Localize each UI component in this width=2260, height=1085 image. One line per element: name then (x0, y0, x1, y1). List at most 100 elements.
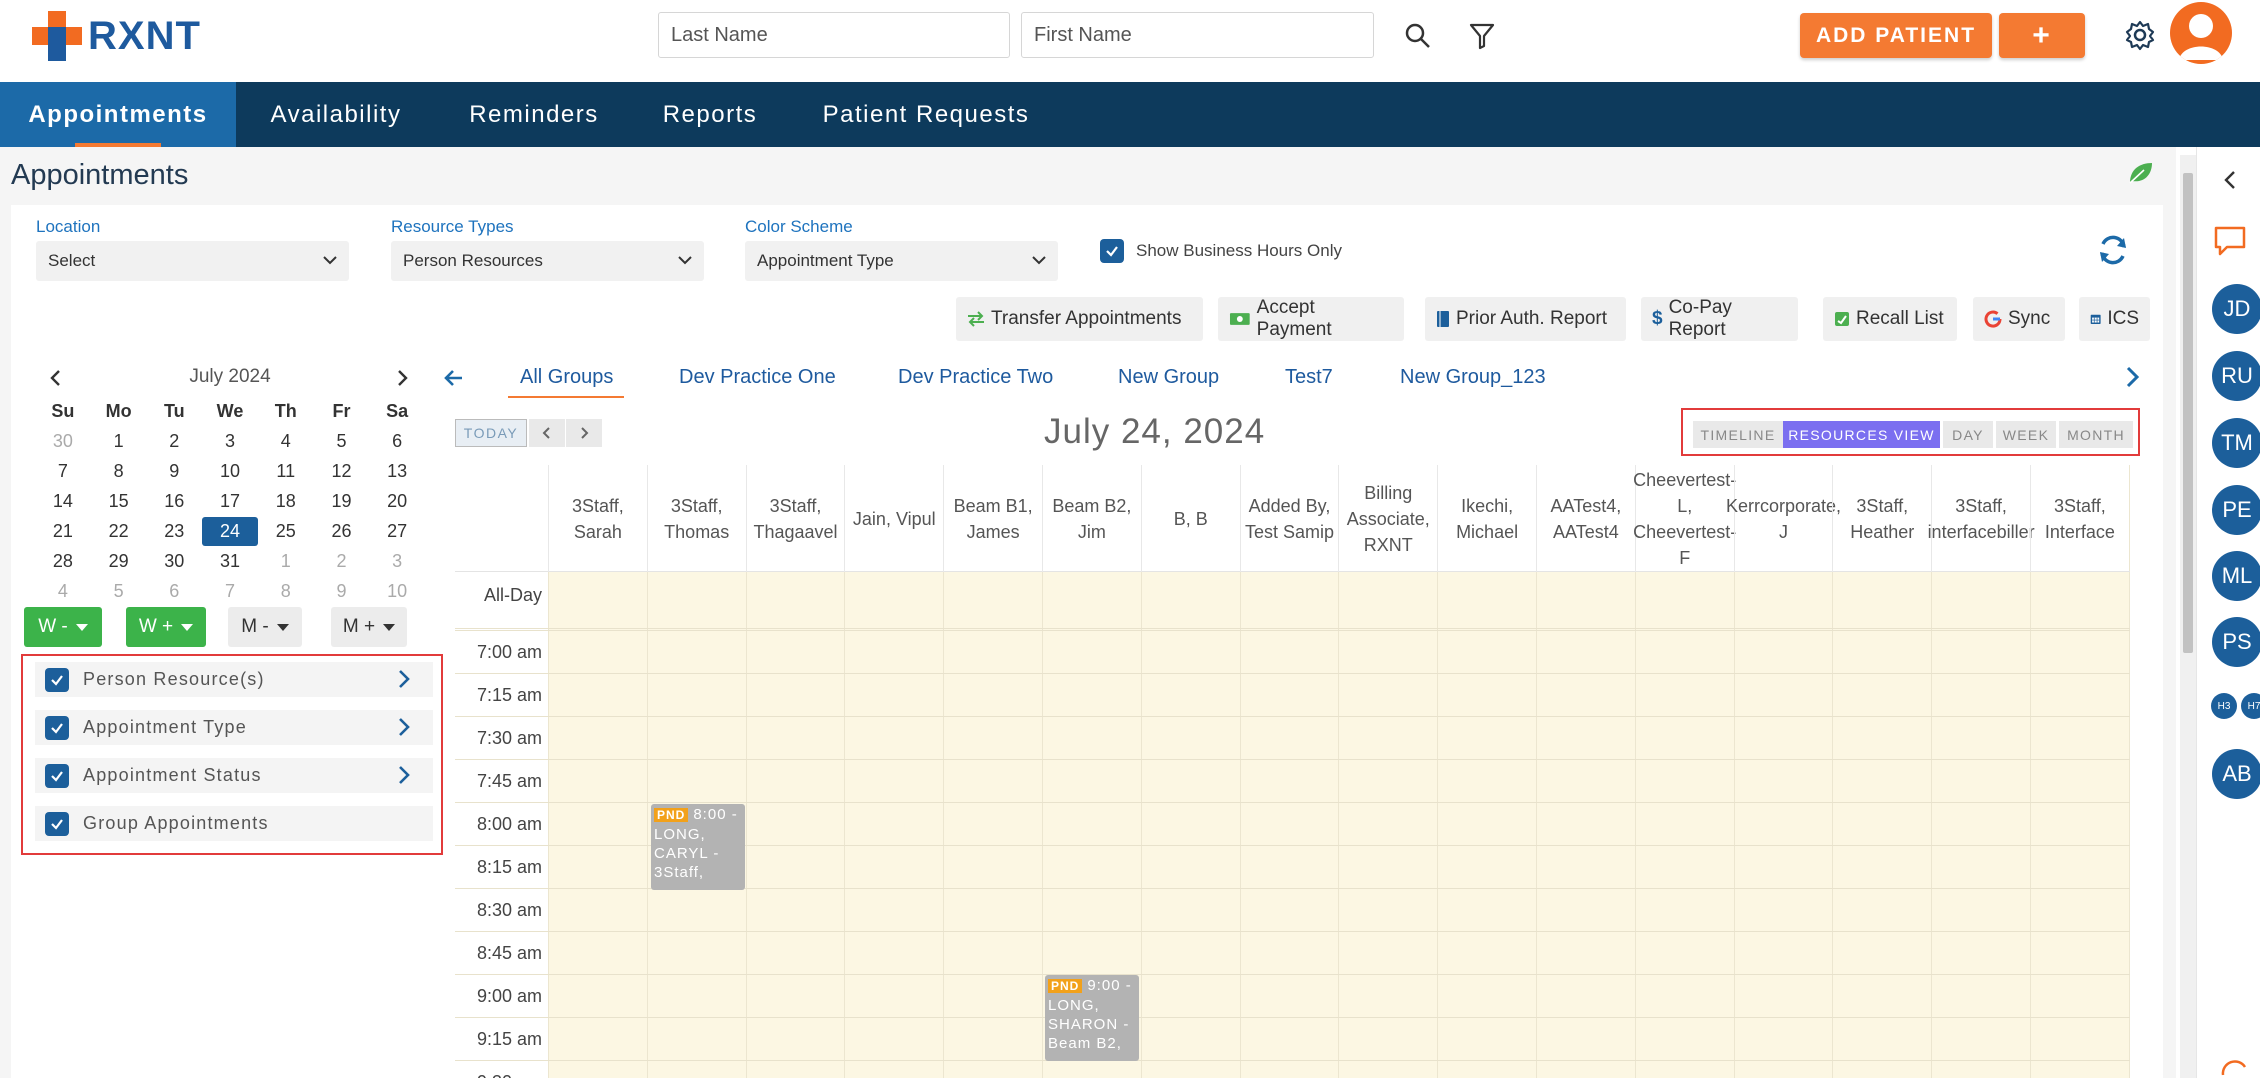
chevron-left-icon[interactable] (2222, 169, 2238, 191)
time-slot-row[interactable] (455, 931, 2130, 932)
first-name-search-input[interactable] (1021, 12, 1374, 58)
prior-auth-report-button[interactable]: Prior Auth. Report (1425, 297, 1626, 341)
time-slot-row[interactable] (455, 1060, 2130, 1061)
calendar-day[interactable]: 23 (146, 521, 202, 542)
calendar-day[interactable]: 11 (258, 461, 314, 482)
view-resources-button[interactable]: RESOURCES VIEW (1783, 421, 1940, 448)
appointment-block[interactable]: PND 8:00 - LONG, CARYL - 3Staff, (651, 804, 745, 890)
filter-group-appointments[interactable]: Group Appointments (35, 806, 433, 841)
user-avatar[interactable] (2170, 2, 2232, 64)
week-minus-button[interactable]: W - (24, 607, 102, 647)
user-avatar-chip[interactable]: JD (2212, 284, 2260, 334)
chevron-right-icon[interactable] (397, 669, 411, 689)
leaf-icon[interactable] (2126, 159, 2154, 192)
recall-list-button[interactable]: Recall List (1823, 297, 1957, 341)
last-name-search-input[interactable] (658, 12, 1010, 58)
calendar-day[interactable]: 16 (146, 491, 202, 512)
user-avatar-chip[interactable]: AB (2212, 749, 2260, 799)
calendar-day[interactable]: 21 (35, 521, 91, 542)
calendar-day[interactable]: 3 (202, 431, 258, 452)
calendar-day[interactable]: 13 (369, 461, 425, 482)
user-avatar-chip[interactable]: PE (2212, 485, 2260, 535)
group-tab-new-group-123[interactable]: New Group_123 (1400, 366, 1546, 389)
month-plus-button[interactable]: M + (331, 607, 407, 647)
user-avatar-chip[interactable]: H3 (2211, 693, 2237, 719)
refresh-icon[interactable] (2096, 233, 2130, 272)
calendar-day[interactable]: 29 (91, 551, 147, 572)
time-slot-row[interactable] (455, 1017, 2130, 1018)
user-avatar-chip[interactable]: H7 (2241, 693, 2260, 719)
group-tab-test7[interactable]: Test7 (1285, 366, 1333, 389)
nav-tab-patient-requests[interactable]: Patient Requests (788, 82, 1064, 147)
gear-icon[interactable] (2122, 17, 2158, 53)
transfer-appointments-button[interactable]: Transfer Appointments (956, 297, 1203, 341)
nav-tab-appointments[interactable]: Appointments (0, 82, 236, 147)
copay-report-button[interactable]: $ Co-Pay Report (1641, 297, 1798, 341)
calendar-day[interactable]: 27 (369, 521, 425, 542)
user-avatar-chip[interactable]: ML (2212, 551, 2260, 601)
filter-icon[interactable] (1464, 18, 1500, 54)
calendar-day[interactable]: 8 (258, 581, 314, 602)
check-circle-icon[interactable] (2219, 1055, 2249, 1077)
calendar-day[interactable]: 4 (35, 581, 91, 602)
calendar-day[interactable]: 8 (91, 461, 147, 482)
user-avatar-chip[interactable]: TM (2212, 418, 2260, 468)
calendar-day[interactable]: 9 (314, 581, 370, 602)
resource-types-select[interactable]: Person Resources (391, 241, 704, 281)
time-slot-row[interactable] (455, 759, 2130, 760)
group-tab-all-groups[interactable]: All Groups (520, 366, 613, 389)
filter-checkbox[interactable] (45, 763, 69, 788)
calendar-day[interactable]: 10 (202, 461, 258, 482)
page-scrollbar[interactable] (2180, 155, 2196, 1078)
calendar-day[interactable]: 31 (202, 551, 258, 572)
filter-appointment-type[interactable]: Appointment Type (35, 710, 433, 745)
business-hours-checkbox[interactable] (1100, 239, 1124, 263)
calendar-day[interactable]: 14 (35, 491, 91, 512)
filter-appointment-status[interactable]: Appointment Status (35, 758, 433, 793)
calendar-day[interactable]: 1 (91, 431, 147, 452)
calendar-day[interactable]: 3 (369, 551, 425, 572)
view-timeline-button[interactable]: TIMELINE (1693, 421, 1783, 448)
calendar-day[interactable]: 30 (35, 431, 91, 452)
calendar-day[interactable]: 22 (91, 521, 147, 542)
calendar-day[interactable]: 20 (369, 491, 425, 512)
location-select[interactable]: Select (36, 241, 349, 281)
appointment-block[interactable]: PND 9:00 - LONG, SHARON - Beam B2, (1045, 975, 1139, 1061)
scrollbar-thumb[interactable] (2183, 173, 2193, 653)
chevron-right-icon[interactable] (397, 765, 411, 785)
filter-checkbox[interactable] (45, 811, 69, 836)
user-avatar-chip[interactable]: RU (2212, 351, 2260, 401)
calendar-day[interactable]: 25 (258, 521, 314, 542)
calendar-day[interactable]: 26 (314, 521, 370, 542)
nav-tab-reports[interactable]: Reports (632, 82, 788, 147)
calendar-day[interactable]: 7 (202, 581, 258, 602)
search-icon[interactable] (1400, 18, 1436, 54)
accept-payment-button[interactable]: Accept Payment (1218, 297, 1404, 341)
calendar-day[interactable]: 17 (202, 491, 258, 512)
calendar-day[interactable]: 2 (314, 551, 370, 572)
week-plus-button[interactable]: W + (126, 607, 206, 647)
calendar-day[interactable]: 15 (91, 491, 147, 512)
filter-checkbox[interactable] (45, 667, 69, 692)
calendar-day[interactable]: 6 (146, 581, 202, 602)
ics-button[interactable]: ICS (2079, 297, 2150, 341)
filter-checkbox[interactable] (45, 715, 69, 740)
time-slot-row[interactable] (455, 630, 2130, 631)
today-button[interactable]: TODAY (455, 419, 527, 447)
view-month-button[interactable]: MONTH (2059, 421, 2133, 448)
add-patient-button[interactable]: ADD PATIENT (1800, 13, 1992, 58)
calendar-day[interactable]: 30 (146, 551, 202, 572)
calendar-day[interactable]: 1 (258, 551, 314, 572)
time-slot-row[interactable] (455, 974, 2130, 975)
business-hours-toggle[interactable]: Show Business Hours Only (1100, 239, 1342, 263)
time-slot-row[interactable] (455, 802, 2130, 803)
calendar-day[interactable]: 28 (35, 551, 91, 572)
next-day-button[interactable] (566, 419, 602, 447)
group-tab-dev-practice-two[interactable]: Dev Practice Two (898, 366, 1053, 389)
time-slot-row[interactable] (455, 716, 2130, 717)
color-scheme-select[interactable]: Appointment Type (745, 241, 1058, 281)
time-slot-row[interactable] (455, 673, 2130, 674)
chat-icon[interactable] (2213, 225, 2247, 257)
calendar-day[interactable]: 7 (35, 461, 91, 482)
view-week-button[interactable]: WEEK (1996, 421, 2056, 448)
